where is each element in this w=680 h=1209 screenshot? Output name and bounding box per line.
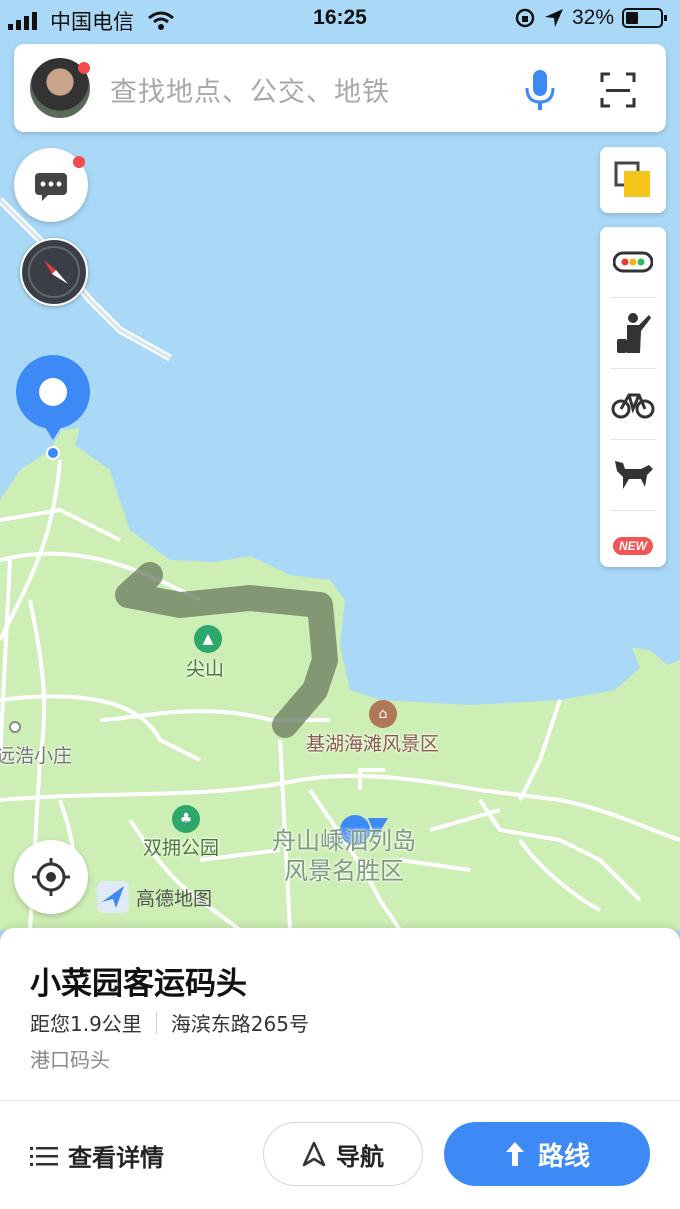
meta-divider: [155, 1011, 157, 1034]
navigation-arrow-icon: [302, 1141, 326, 1167]
label-jianshan[interactable]: 尖山: [186, 654, 224, 681]
scan-icon[interactable]: [600, 72, 636, 108]
view-details-button[interactable]: 查看详情: [30, 1138, 164, 1173]
view-details-label: 查看详情: [68, 1144, 164, 1172]
place-address: 海滨东路265号: [170, 1012, 309, 1036]
label-yuanhao[interactable]: 远浩小庄: [0, 741, 72, 768]
hail-taxi-icon: [617, 313, 651, 353]
locate-me-button[interactable]: [14, 840, 88, 914]
microphone-icon[interactable]: [522, 68, 558, 112]
avatar-notification-dot: [78, 62, 90, 74]
place-type: 港口码头: [30, 1048, 110, 1072]
amap-logo: 高德地图: [96, 880, 212, 914]
place-pin-icon[interactable]: [14, 354, 92, 454]
battery-percent: 32%: [571, 6, 614, 29]
horse-button[interactable]: [600, 440, 666, 510]
mountain-icon[interactable]: ▲: [194, 625, 222, 653]
route-label: 路线: [537, 1141, 590, 1172]
new-badge: NEW: [613, 537, 653, 555]
crosshair-icon: [32, 858, 70, 896]
list-icon: [30, 1146, 58, 1166]
place-distance: 距您1.9公里: [30, 1012, 142, 1036]
horse-icon: [615, 461, 653, 489]
hail-taxi-button[interactable]: [600, 298, 666, 368]
label-zhoushan-line2: 风景名胜区: [284, 857, 404, 885]
label-jihu[interactable]: 基湖海滩风景区: [306, 729, 439, 756]
new-feature-button[interactable]: NEW: [600, 511, 666, 581]
route-button[interactable]: 路线: [444, 1122, 650, 1186]
museum-icon[interactable]: ⌂: [369, 700, 397, 728]
place-name: 小菜园客运码头: [30, 966, 247, 1002]
compass-button[interactable]: [20, 238, 88, 306]
place-detail-sheet[interactable]: 小菜园客运码头 距您1.9公里 海滨东路265号 港口码头 查看详情 导航 路线: [0, 928, 680, 1209]
compass-icon: [28, 246, 80, 298]
amap-logo-icon: [97, 881, 129, 913]
message-notification-dot: [73, 156, 85, 168]
sheet-divider: [0, 1100, 680, 1101]
rotation-lock-icon: [515, 8, 535, 28]
layers-icon: [614, 161, 650, 197]
location-arrow-icon: [544, 9, 563, 27]
place-meta: 距您1.9公里 海滨东路265号: [30, 1008, 309, 1037]
search-input[interactable]: 查找地点、公交、地铁: [110, 70, 390, 109]
route-arrow-icon: [505, 1142, 524, 1166]
map-tools-panel: NEW: [600, 227, 666, 567]
label-zhoushan[interactable]: 舟山嵊泗列岛 风景名胜区: [272, 826, 416, 886]
label-shuangyong[interactable]: 双拥公园: [143, 833, 219, 860]
status-right: 32%: [514, 6, 668, 30]
map-canvas[interactable]: [0, 0, 680, 930]
amap-logo-text: 高德地图: [136, 887, 213, 910]
status-bar: 中国电信 16:25 32%: [0, 0, 680, 38]
layers-button[interactable]: [600, 147, 666, 213]
search-bar[interactable]: 查找地点、公交、地铁: [14, 44, 666, 132]
park-icon[interactable]: ♣: [172, 805, 200, 833]
label-zhoushan-line1: 舟山嵊泗列岛: [272, 827, 416, 855]
bike-button[interactable]: [600, 369, 666, 439]
navigate-label: 导航: [336, 1142, 384, 1171]
bike-icon: [611, 393, 655, 419]
navigate-button[interactable]: 导航: [263, 1122, 423, 1186]
traffic-button[interactable]: [600, 227, 666, 297]
battery-icon: [622, 8, 667, 28]
traffic-icon: [613, 251, 653, 273]
